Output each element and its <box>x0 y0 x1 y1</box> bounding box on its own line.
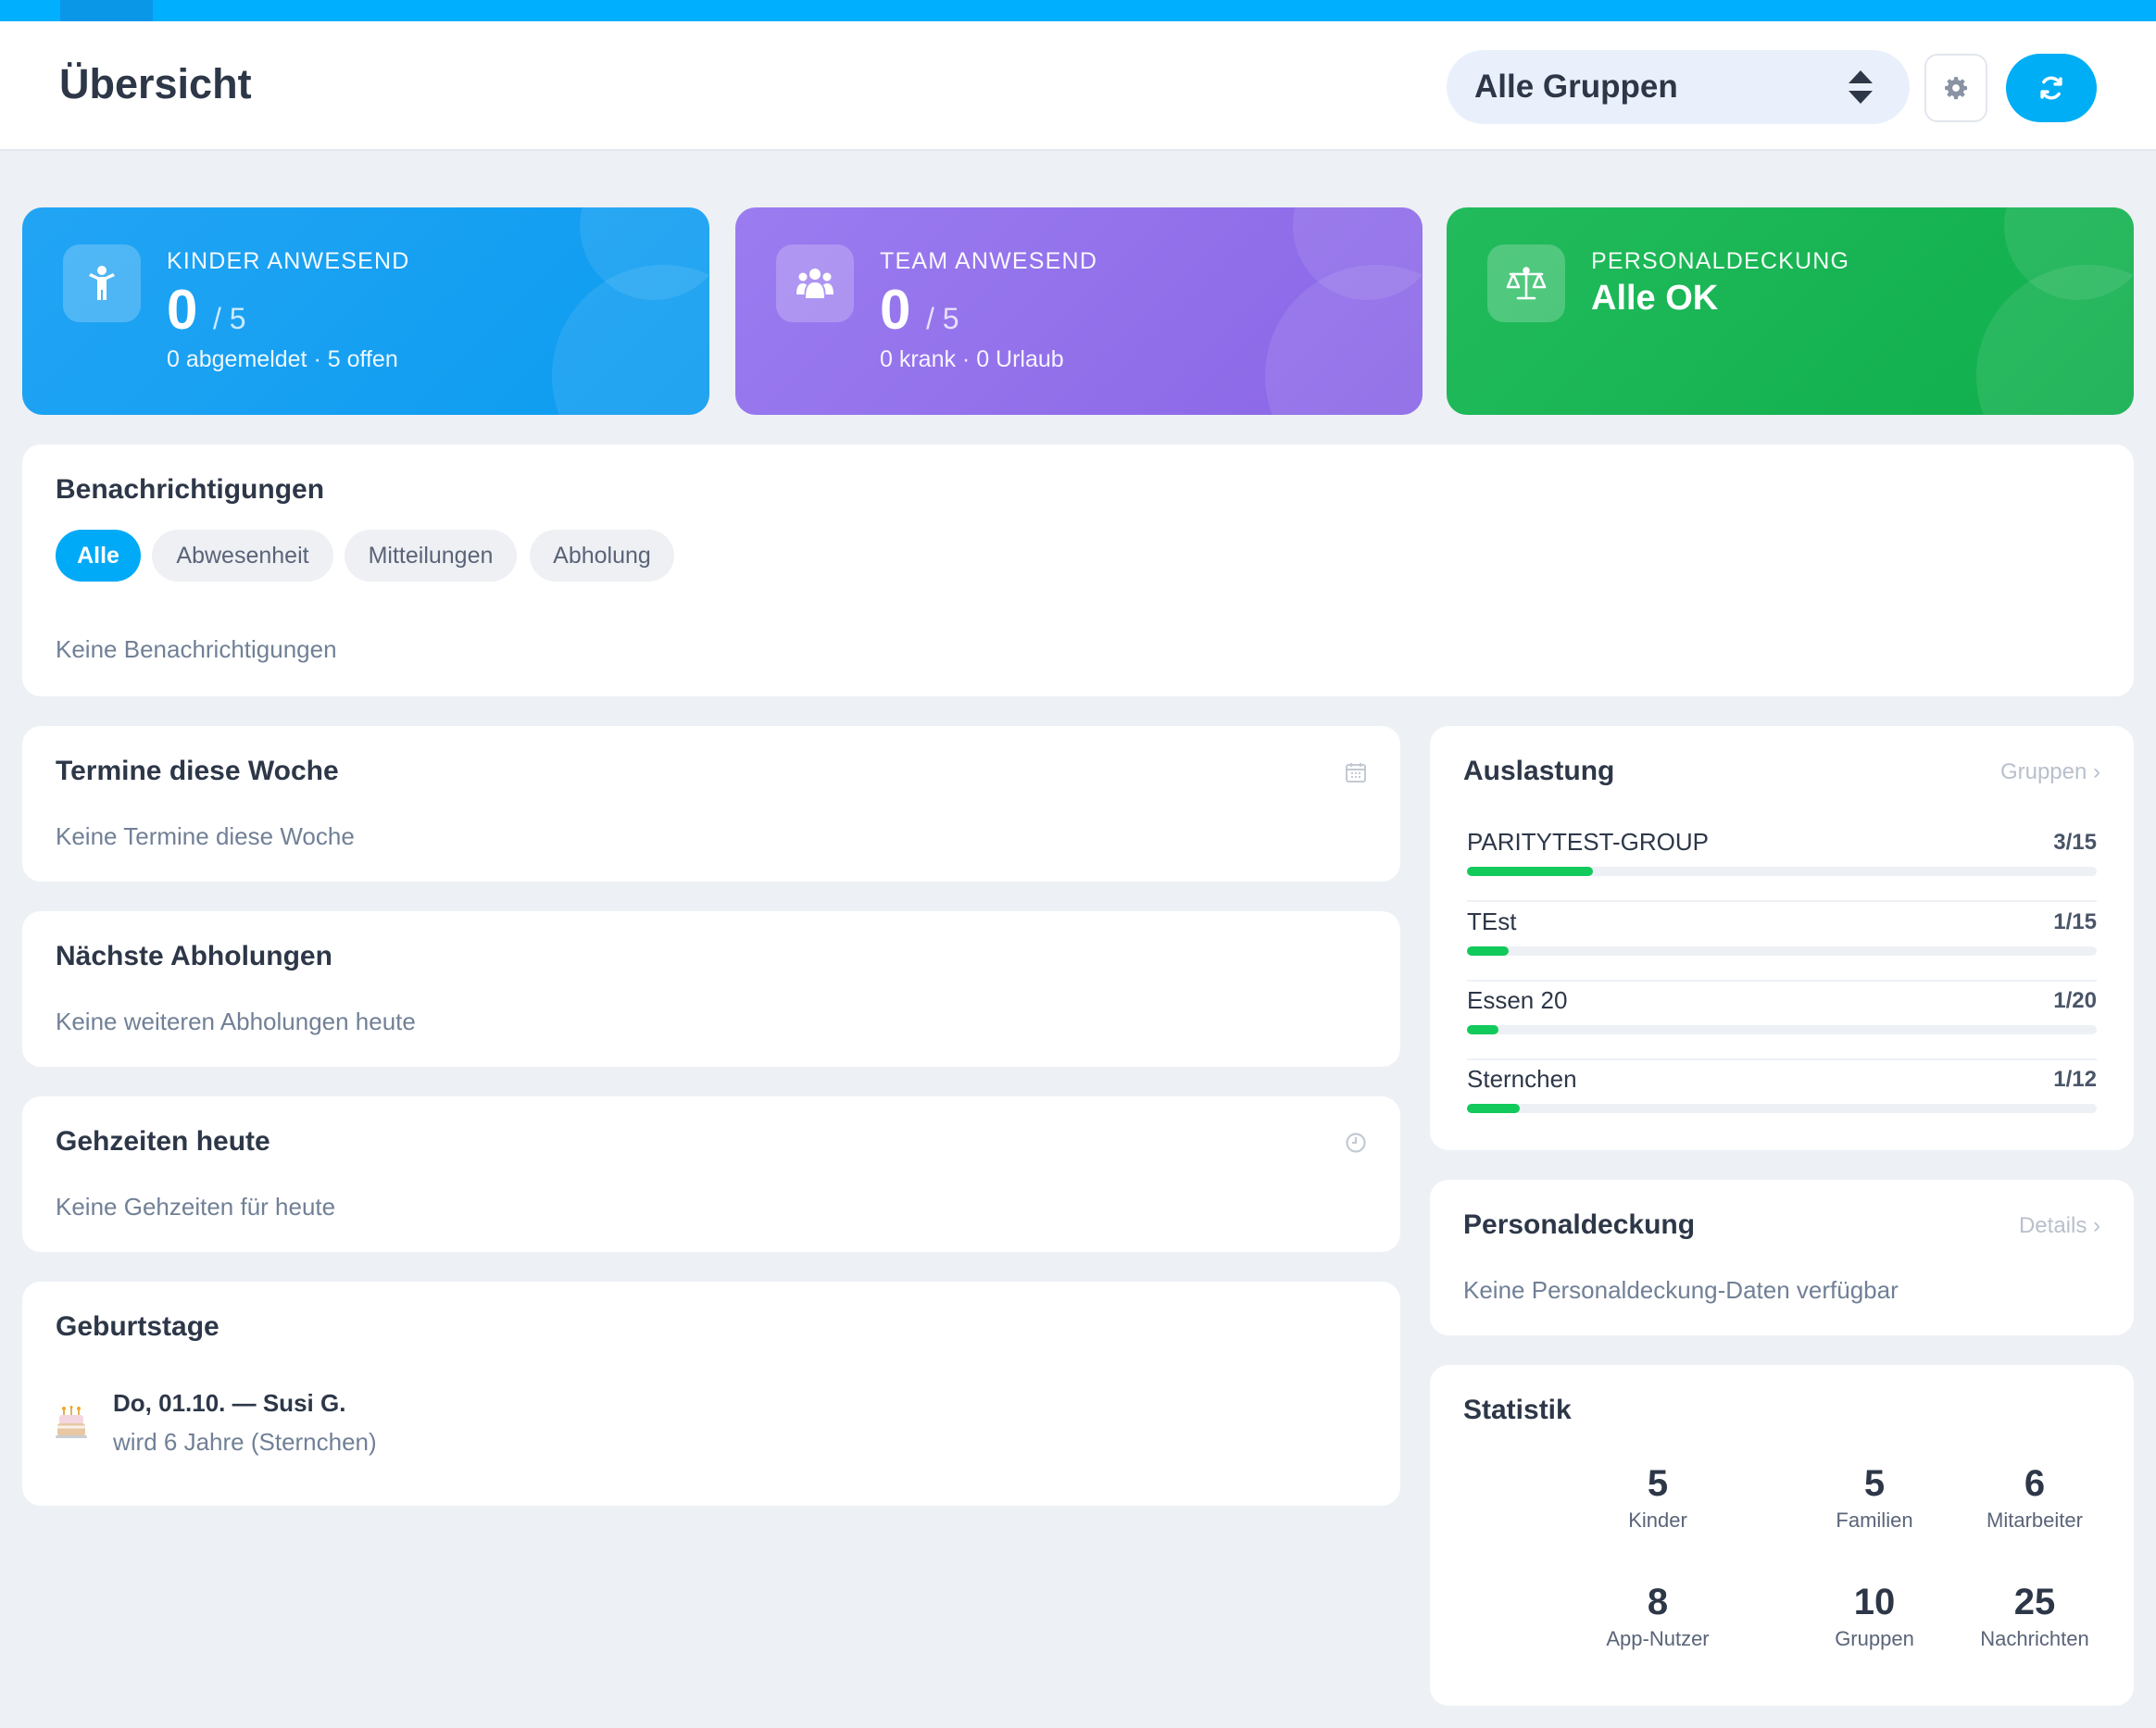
stat-familien: 5 Familien <box>1773 1463 1976 1533</box>
utilization-track <box>1467 867 2097 876</box>
empty-state: Keine Benachrichtigungen <box>56 635 337 663</box>
select-arrows-icon <box>1849 70 1873 104</box>
panel-title: Geburtstage <box>56 1311 219 1342</box>
utilization-track <box>1467 946 2097 956</box>
stat-kinder: 5 Kinder <box>1556 1463 1760 1533</box>
abholungen-panel: Nächste Abholungen Keine weiteren Abholu… <box>22 911 1400 1067</box>
birthday-headline: Do, 01.10. — Susi G. <box>113 1389 346 1417</box>
termine-panel: Termine diese Woche Keine Termine diese … <box>22 726 1400 882</box>
stat-mitarbeiter: 6 Mitarbeiter <box>1961 1463 2109 1533</box>
top-accent-bar <box>0 0 2156 21</box>
team-anwesend-card[interactable]: TEAM ANWESEND 0 / 5 0 krank · 0 Urlaub <box>735 207 1423 415</box>
utilization-row: Essen 20 1/20 <box>1467 981 2097 1060</box>
group-select-value: Alle Gruppen <box>1474 69 1678 105</box>
utilization-track <box>1467 1025 2097 1034</box>
stat-nachrichten: 25 Nachrichten <box>1961 1582 2109 1651</box>
group-select[interactable]: Alle Gruppen <box>1447 50 1910 124</box>
panel-title: Auslastung <box>1463 756 1615 786</box>
filter-chip-alle[interactable]: Alle <box>56 530 141 582</box>
calendar-icon[interactable] <box>1345 761 1367 783</box>
stat-label: Kinder <box>1628 1509 1687 1532</box>
child-icon <box>63 244 141 322</box>
group-name: TEst <box>1467 908 1517 935</box>
stat-label: Nachrichten <box>1980 1627 2089 1650</box>
utilization-row: TEst 1/15 <box>1467 902 2097 982</box>
card-label: KINDER ANWESEND <box>167 248 410 274</box>
kinder-anwesend-card[interactable]: KINDER ANWESEND 0 / 5 0 abgemeldet · 5 o… <box>22 207 709 415</box>
details-link[interactable]: Details › <box>2019 1213 2100 1239</box>
stat-value: 6 <box>2024 1463 2046 1504</box>
team-icon <box>776 244 854 322</box>
stat-label: Gruppen <box>1835 1627 1914 1650</box>
filter-chip-abwesenheit[interactable]: Abwesenheit <box>152 530 333 582</box>
group-utilization: 3/15 <box>2053 830 2097 855</box>
panel-title: Benachrichtigungen <box>56 474 325 505</box>
notifications-panel: Benachrichtigungen Keine Benachrichtigun… <box>22 445 2134 696</box>
kinder-subtext: 0 abgemeldet · 5 offen <box>167 346 398 372</box>
panel-title: Gehzeiten heute <box>56 1126 270 1157</box>
empty-state: Keine Gehzeiten für heute <box>56 1193 336 1221</box>
birthday-detail: wird 6 Jahre (Sternchen) <box>113 1428 377 1456</box>
group-utilization: 1/20 <box>2053 988 2097 1013</box>
group-name: Essen 20 <box>1467 986 1568 1014</box>
stat-app-nutzer: 8 App-Nutzer <box>1556 1582 1760 1651</box>
personaldeckung-panel: Personaldeckung Details › Keine Personal… <box>1430 1180 2134 1335</box>
stat-gruppen: 10 Gruppen <box>1773 1582 1976 1651</box>
stat-label: Mitarbeiter <box>1987 1509 2083 1532</box>
empty-state: Keine Termine diese Woche <box>56 822 355 850</box>
group-name: Sternchen <box>1467 1065 1577 1093</box>
birthday-cake-icon <box>56 1406 87 1438</box>
utilization-bar <box>1467 867 1593 876</box>
personaldeckung-status: Alle OK <box>1591 279 1719 318</box>
settings-button[interactable] <box>1924 54 1987 122</box>
gruppen-link[interactable]: Gruppen › <box>2000 759 2100 785</box>
empty-state: Keine Personaldeckung-Daten verfügbar <box>1463 1276 1899 1304</box>
panel-title: Termine diese Woche <box>56 756 339 786</box>
team-subtext: 0 krank · 0 Urlaub <box>880 346 1064 372</box>
empty-state: Keine weiteren Abholungen heute <box>56 1008 416 1035</box>
utilization-bar <box>1467 1104 1520 1113</box>
top-accent-segment <box>60 0 153 21</box>
gear-icon <box>1945 77 1968 100</box>
page-title: Übersicht <box>59 60 252 107</box>
stat-label: App-Nutzer <box>1606 1627 1710 1650</box>
stat-value: 8 <box>1647 1582 1669 1622</box>
geburtstage-panel: Geburtstage Do, 01.10. — Susi G. wird 6 … <box>22 1282 1400 1506</box>
kinder-count: 0 <box>167 279 198 341</box>
group-name: PARITYTEST-GROUP <box>1467 828 1709 856</box>
gehzeiten-panel: Gehzeiten heute Keine Gehzeiten für heut… <box>22 1096 1400 1252</box>
team-total: / 5 <box>926 302 959 335</box>
card-decoration <box>1976 265 2134 415</box>
stat-value: 10 <box>1853 1582 1896 1622</box>
group-utilization: 1/15 <box>2053 909 2097 934</box>
panel-title: Personaldeckung <box>1463 1209 1696 1240</box>
card-decoration <box>1265 265 1423 415</box>
card-label: PERSONALDECKUNG <box>1591 248 1850 274</box>
team-count: 0 <box>880 279 911 341</box>
balance-scale-icon <box>1487 244 1565 322</box>
page-header: Übersicht Alle Gruppen <box>0 21 2156 151</box>
card-decoration <box>552 265 709 415</box>
stat-value: 5 <box>1647 1463 1669 1504</box>
group-utilization: 1/12 <box>2053 1067 2097 1092</box>
clock-icon[interactable] <box>1345 1132 1367 1154</box>
utilization-bar <box>1467 1025 1498 1034</box>
utilization-track <box>1467 1104 2097 1113</box>
stat-value: 5 <box>1863 1463 1886 1504</box>
utilization-row: PARITYTEST-GROUP 3/15 <box>1467 822 2097 902</box>
utilization-row: Sternchen 1/12 <box>1467 1059 2097 1139</box>
filter-chip-abholung[interactable]: Abholung <box>530 530 674 582</box>
refresh-icon <box>2040 76 2062 100</box>
filter-chip-mitteilungen[interactable]: Mitteilungen <box>345 530 517 582</box>
stat-value: 25 <box>2013 1582 2056 1622</box>
personaldeckung-card[interactable]: PERSONALDECKUNG Alle OK <box>1447 207 2134 415</box>
panel-title: Statistik <box>1463 1395 1572 1425</box>
card-label: TEAM ANWESEND <box>880 248 1098 274</box>
panel-title: Nächste Abholungen <box>56 941 332 971</box>
refresh-button[interactable] <box>2006 54 2097 122</box>
utilization-bar <box>1467 946 1510 956</box>
stat-label: Familien <box>1836 1509 1913 1532</box>
statistik-panel: Statistik 5 Kinder 5 Familien 6 Mitarbei… <box>1430 1365 2134 1706</box>
kinder-total: / 5 <box>213 302 246 335</box>
